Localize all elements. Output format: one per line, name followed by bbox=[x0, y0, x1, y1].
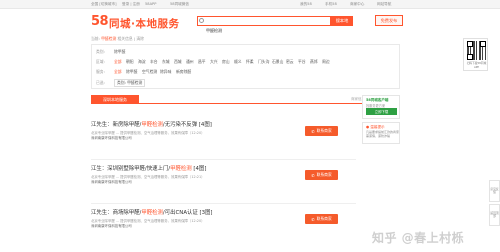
listing-company[interactable]: 深圳南康环保科技有限公司 bbox=[91, 179, 132, 184]
filter-option[interactable]: 全部 bbox=[114, 59, 122, 65]
result-tabs: 深圳本地服务 商家信息仅供参考，请核实真伪 bbox=[91, 95, 400, 104]
qr-caption: 扫码下载58同城APP bbox=[466, 61, 487, 69]
back-to-top-button[interactable]: 返回顶部 bbox=[489, 204, 500, 226]
filter-label: 服务: bbox=[96, 69, 105, 74]
listing-title[interactable]: 江先生：新房除甲醛/甲醛检测/无污染不反弹 [4图] bbox=[91, 120, 212, 128]
breadcrumb-prefix: 当前: bbox=[91, 36, 100, 41]
filter-option[interactable]: 通州 bbox=[186, 59, 194, 65]
filter-option[interactable]: 除异味 bbox=[160, 69, 171, 75]
topbar-link-my[interactable]: 我的58 bbox=[300, 1, 312, 7]
filter-row-service: 服务: 全部 除甲醛 空气检测 除异味 新房除醛 bbox=[92, 66, 399, 76]
filter-option[interactable]: 丰台 bbox=[150, 59, 158, 65]
app-link[interactable]: 58APP bbox=[145, 1, 156, 7]
app-download-box: 58同城客户端 找服务更方便 立即下载 bbox=[362, 95, 400, 119]
listing-title[interactable]: 江先生：商场除甲醛/甲醛检测/可出CNA认证 [3图] bbox=[91, 208, 213, 216]
filter-option[interactable]: 房山 bbox=[222, 59, 230, 65]
contact-button[interactable]: ✆ 联系商家 bbox=[305, 170, 338, 180]
filter-option[interactable]: 全部 bbox=[114, 69, 122, 75]
warning-box: ● 温馨提示 凡是要求提前汇款的商家需谨慎，谨防诈骗 bbox=[362, 122, 400, 144]
download-button[interactable]: 立即下载 bbox=[366, 108, 397, 115]
topbar-link-mobile[interactable]: 手机58 bbox=[325, 1, 337, 7]
watermark-text: 知乎 @春上村栎 bbox=[372, 231, 465, 245]
selected-filter-chip[interactable]: 类别: 甲醛检测 bbox=[114, 79, 146, 87]
filter-row-category: 类别: 除甲醛 bbox=[92, 46, 399, 56]
phone-icon: ✆ bbox=[311, 216, 315, 222]
search-box bbox=[197, 16, 331, 35]
qr-code-panel: 扫码下载58同城APP bbox=[463, 38, 488, 71]
contact-button[interactable]: ✆ 联系商家 bbox=[305, 214, 338, 224]
listing-company[interactable]: 深圳南康环保科技有限公司 bbox=[91, 135, 132, 140]
tab-local-service[interactable]: 深圳本地服务 bbox=[91, 95, 139, 104]
filter-option[interactable]: 海淀 bbox=[138, 59, 146, 65]
search-button[interactable]: 搜本地 bbox=[331, 16, 353, 26]
list-item[interactable]: 江生：深圳别墅除甲醛/快速上门/甲醛检测 [4图] 北京专业除甲醛 ... 提供… bbox=[91, 164, 356, 204]
filter-option[interactable]: 空气检测 bbox=[142, 69, 157, 75]
filter-option[interactable]: 平谷 bbox=[298, 59, 306, 65]
filter-option[interactable]: 大兴 bbox=[210, 59, 218, 65]
site-name: 同城·本地服务 bbox=[109, 18, 180, 30]
list-item[interactable]: 江先生：新房除甲醛/甲醛检测/无污染不反弹 [4图] 北京专业除甲醛 ... 提… bbox=[91, 120, 356, 160]
phone-icon: ✆ bbox=[311, 172, 315, 178]
filter-label: 区域: bbox=[96, 59, 105, 64]
filter-option[interactable]: 门头沟 bbox=[258, 59, 269, 65]
login-link[interactable]: 登录 | 注册 bbox=[122, 1, 140, 7]
list-item[interactable]: 江先生：商场除甲醛/甲醛检测/可出CNA认证 [3图] 北京专业除甲醛 ... … bbox=[91, 208, 356, 248]
filter-option[interactable]: 除甲醛 bbox=[114, 49, 125, 55]
listing-company[interactable]: 深圳南康环保科技有限公司 bbox=[91, 223, 132, 228]
free-post-button[interactable]: 免费发布 bbox=[375, 15, 403, 26]
search-icon bbox=[199, 18, 204, 23]
filter-option[interactable]: 周边 bbox=[322, 59, 330, 65]
filter-row-selected: 已选: 类别: 甲醛检测 bbox=[92, 77, 399, 87]
filter-label: 已选: bbox=[96, 80, 105, 85]
filter-option[interactable]: 除甲醛 bbox=[126, 69, 137, 75]
site-logo[interactable]: 58 bbox=[91, 14, 109, 29]
wechat-link[interactable]: 58同城微信 bbox=[170, 1, 189, 7]
filter-option[interactable]: 密云 bbox=[286, 59, 294, 65]
filter-option[interactable]: 石景山 bbox=[272, 59, 283, 65]
breadcrumb: 当前: 甲醛检测 相关信息 | 清除 bbox=[91, 36, 144, 42]
header: 58 同城·本地服务 搜本地 免费发布 bbox=[0, 9, 500, 35]
warning-text: 凡是要求提前汇款的商家需谨慎，谨防诈骗 bbox=[366, 130, 400, 138]
filter-panel: 类别: 除甲醛 区域: 全部 朝阳 海淀 丰台 东城 西城 通州 昌平 大兴 房… bbox=[91, 44, 400, 89]
topbar-link-nav[interactable]: 网站导航 bbox=[377, 1, 391, 7]
search-input[interactable] bbox=[198, 27, 330, 35]
filter-option[interactable]: 西城 bbox=[174, 59, 182, 65]
contact-button[interactable]: ✆ 联系商家 bbox=[305, 126, 338, 136]
filter-option[interactable]: 新房除醛 bbox=[176, 69, 191, 75]
breadcrumb-keyword[interactable]: 甲醛检测 bbox=[101, 36, 116, 41]
filter-option[interactable]: 东城 bbox=[162, 59, 170, 65]
topbar-link-merchant[interactable]: 商家中心 bbox=[350, 1, 364, 7]
filter-option[interactable]: 怀柔 bbox=[246, 59, 254, 65]
filter-row-area: 区域: 全部 朝阳 海淀 丰台 东城 西城 通州 昌平 大兴 房山 顺义 怀柔 … bbox=[92, 56, 399, 66]
filter-option[interactable]: 朝阳 bbox=[126, 59, 134, 65]
breadcrumb-rest[interactable]: 相关信息 | 清除 bbox=[118, 36, 144, 41]
city-switch[interactable]: 全国 [切换城市] bbox=[91, 1, 117, 7]
phone-icon: ✆ bbox=[311, 128, 315, 134]
filter-label: 类别: bbox=[96, 49, 105, 54]
feedback-button[interactable]: 意见反馈 bbox=[489, 180, 500, 202]
filter-option[interactable]: 顺义 bbox=[234, 59, 242, 65]
listing-title[interactable]: 江生：深圳别墅除甲醛/快速上门/甲醛检测 [4图] bbox=[91, 164, 206, 172]
filter-option[interactable]: 昌平 bbox=[198, 59, 206, 65]
top-bar: 全国 [切换城市] 登录 | 注册 58APP 58同城微信 我的58 手机58… bbox=[0, 0, 500, 9]
filter-option[interactable]: 燕郊 bbox=[310, 59, 318, 65]
